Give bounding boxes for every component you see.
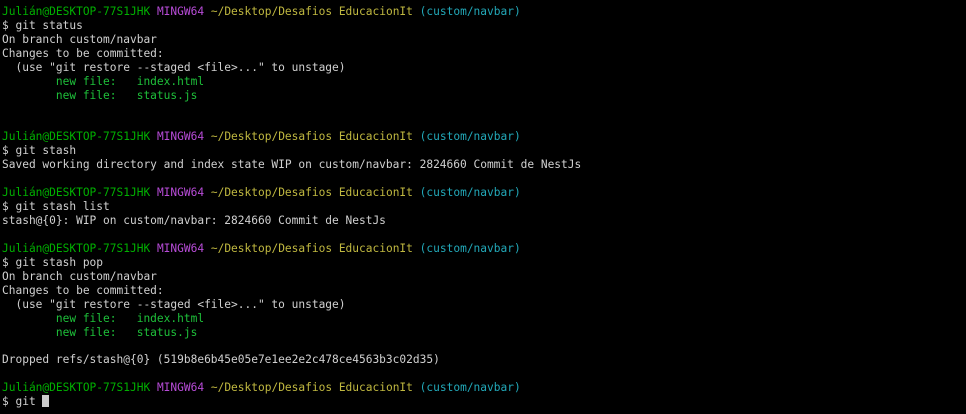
prompt-user-host: Julián@DESKTOP-77S1JHK — [2, 5, 151, 18]
output-line: Changes to be committed: — [2, 284, 966, 298]
staged-file-line-text: new file: status.js — [2, 88, 198, 102]
prompt-system: MINGW64 — [156, 381, 205, 395]
prompt-branch: (custom/navbar) — [419, 5, 521, 18]
prompt-user-host: Julián@DESKTOP-77S1JHK — [2, 186, 151, 200]
command-line: $ git status — [2, 19, 966, 33]
output-line-text: (use "git restore --staged <file>..." to… — [2, 297, 346, 311]
command-input-line[interactable]: $ git — [2, 395, 966, 409]
output-line-text: (use "git restore --staged <file>..." to… — [2, 60, 346, 74]
command-line-text: $ git stash — [2, 144, 77, 158]
output-line-text: On branch custom/navbar — [2, 269, 157, 283]
staged-file-line: new file: status.js — [2, 89, 966, 103]
staged-file-line-text: new file: index.html — [2, 311, 205, 325]
output-line-text: Changes to be committed: — [2, 46, 164, 60]
prompt-system: MINGW64 — [156, 241, 205, 255]
output-line-text: stash@{0}: WIP on custom/navbar: 2824660… — [2, 214, 386, 228]
prompt-user-host: Julián@DESKTOP-77S1JHK — [2, 381, 151, 395]
prompt-branch: (custom/navbar) — [419, 241, 521, 255]
staged-file-line: new file: index.html — [2, 75, 966, 89]
prompt-path: ~/Desktop/Desafios EducacionIt — [210, 381, 413, 395]
command-line-text: $ git stash list — [2, 200, 110, 214]
staged-file-line: new file: status.js — [2, 326, 966, 340]
prompt-line: Julián@DESKTOP-77S1JHK MINGW64 ~/Desktop… — [2, 5, 966, 19]
command-line: $ git stash pop — [2, 256, 966, 270]
prompt-user-host: Julián@DESKTOP-77S1JHK — [2, 241, 151, 255]
staged-file-line: new file: index.html — [2, 312, 966, 326]
prompt-user-host: Julián@DESKTOP-77S1JHK — [2, 130, 151, 144]
command-line: $ git stash list — [2, 200, 966, 214]
prompt-path: ~/Desktop/Desafios EducacionIt — [210, 186, 413, 200]
prompt-branch: (custom/navbar) — [419, 130, 521, 144]
prompt-path: ~/Desktop/Desafios EducacionIt — [210, 130, 413, 144]
output-line: (use "git restore --staged <file>..." to… — [2, 298, 966, 312]
output-line: On branch custom/navbar — [2, 33, 966, 47]
command-line-text: $ git status — [2, 18, 83, 32]
command-input-text[interactable]: $ git — [2, 395, 36, 408]
command-line-text: $ git stash pop — [2, 255, 104, 269]
output-line: Changes to be committed: — [2, 47, 966, 61]
prompt-branch: (custom/navbar) — [419, 381, 521, 395]
output-line-text: Saved working directory and index state … — [2, 158, 582, 172]
staged-file-line-text: new file: status.js — [2, 325, 198, 339]
output-line: On branch custom/navbar — [2, 270, 966, 284]
output-line: Dropped refs/stash@{0} (519b8e6b45e05e7e… — [2, 353, 966, 367]
prompt-line: Julián@DESKTOP-77S1JHK MINGW64 ~/Desktop… — [2, 381, 966, 395]
output-line: stash@{0}: WIP on custom/navbar: 2824660… — [2, 214, 966, 228]
output-line: Saved working directory and index state … — [2, 158, 966, 172]
prompt-system: MINGW64 — [156, 186, 205, 200]
staged-file-line-text: new file: index.html — [2, 74, 205, 88]
terminal-window[interactable]: Julián@DESKTOP-77S1JHK MINGW64 ~/Desktop… — [0, 0, 966, 414]
prompt-branch: (custom/navbar) — [419, 186, 521, 200]
output-line-text: Changes to be committed: — [2, 283, 164, 297]
prompt-path: ~/Desktop/Desafios EducacionIt — [210, 241, 413, 255]
prompt-line: Julián@DESKTOP-77S1JHK MINGW64 ~/Desktop… — [2, 242, 966, 256]
command-line: $ git stash — [2, 144, 966, 158]
output-line: (use "git restore --staged <file>..." to… — [2, 61, 966, 75]
prompt-line: Julián@DESKTOP-77S1JHK MINGW64 ~/Desktop… — [2, 130, 966, 144]
prompt-system: MINGW64 — [156, 5, 205, 18]
prompt-path: ~/Desktop/Desafios EducacionIt — [210, 5, 413, 18]
output-line-text: Dropped refs/stash@{0} (519b8e6b45e05e7e… — [2, 353, 440, 367]
prompt-system: MINGW64 — [156, 130, 205, 144]
prompt-line: Julián@DESKTOP-77S1JHK MINGW64 ~/Desktop… — [2, 186, 966, 200]
output-line-text: On branch custom/navbar — [2, 32, 157, 46]
text-cursor — [42, 395, 50, 408]
